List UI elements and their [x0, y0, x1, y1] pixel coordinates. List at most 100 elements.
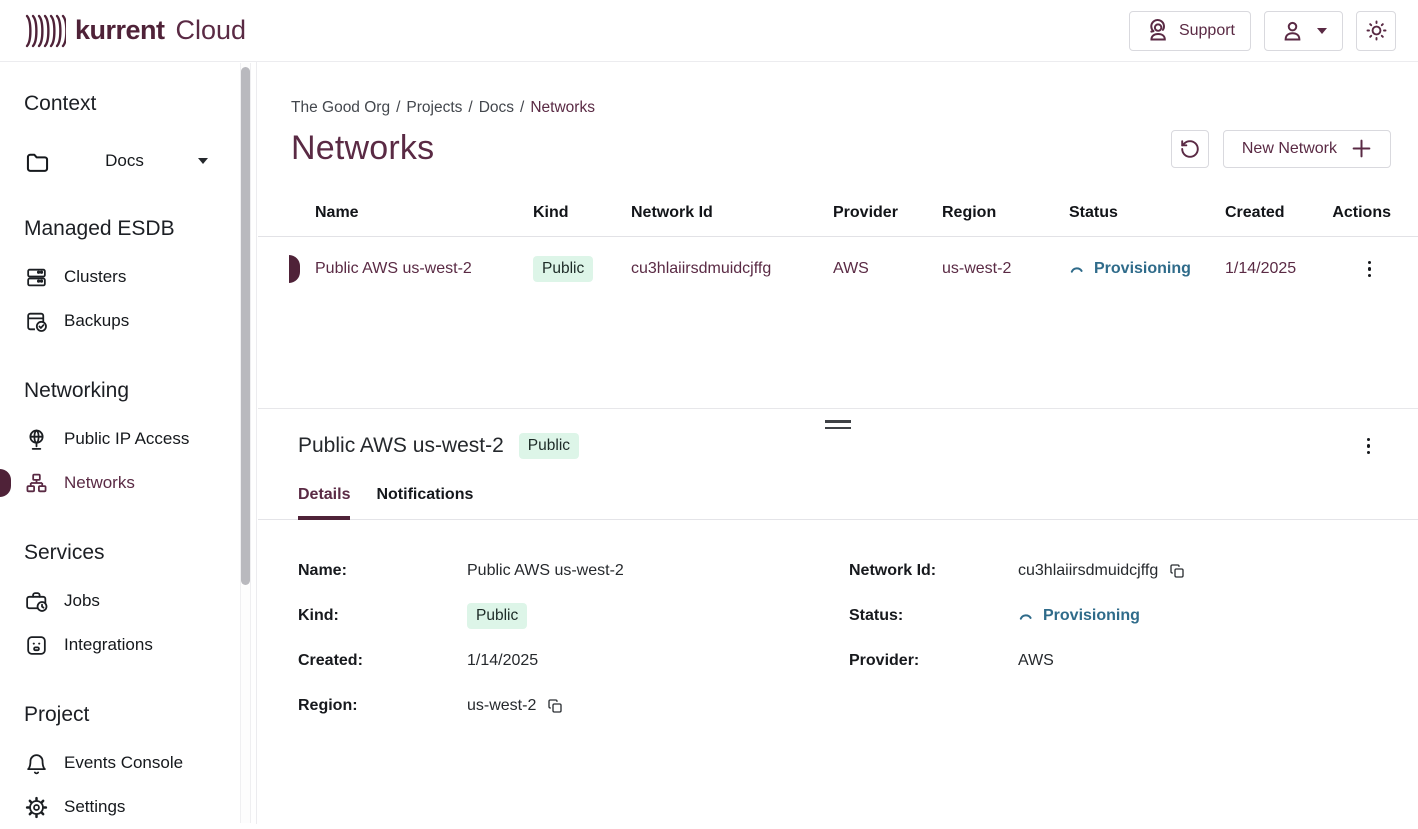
field-label: Region:: [298, 697, 467, 715]
selected-row-marker: [289, 255, 300, 283]
detail-actions-kebab-button[interactable]: [1363, 434, 1375, 459]
breadcrumb-separator: /: [468, 99, 472, 116]
field-region: Region: us-west-2: [298, 691, 849, 721]
status-label: Provisioning: [1043, 607, 1140, 625]
topbar-actions: Support: [1129, 11, 1396, 51]
bell-icon: [24, 751, 49, 776]
cell-name[interactable]: Public AWS us-west-2: [315, 260, 533, 278]
refresh-button[interactable]: [1171, 130, 1209, 168]
refresh-icon: [1179, 138, 1201, 160]
field-provider: Provider: AWS: [849, 646, 1378, 676]
section-heading: Managed ESDB: [24, 217, 256, 241]
cell-network-id: cu3hlaiirsdmuidcjffg: [631, 260, 833, 278]
cell-provider: AWS: [833, 260, 942, 278]
field-name: Name: Public AWS us-west-2: [298, 556, 849, 586]
outlet-icon: [24, 633, 49, 658]
kurrent-waves-icon: [24, 12, 66, 50]
sidebar-item-jobs[interactable]: Jobs: [24, 579, 256, 623]
sidebar-item-events-console[interactable]: Events Console: [24, 741, 256, 785]
kebab-dot: [1368, 274, 1372, 278]
sidebar-item-label: Networks: [64, 473, 135, 493]
clusters-icon: [24, 265, 49, 290]
field-value: cu3hlaiirsdmuidcjffg: [1018, 562, 1158, 580]
field-status-value: Provisioning: [1018, 607, 1140, 625]
column-header-provider: Provider: [833, 204, 942, 222]
breadcrumb-projects[interactable]: Projects: [406, 99, 462, 116]
gear-icon: [24, 795, 49, 820]
cell-kind: Public: [533, 256, 631, 282]
chevron-down-icon: [1317, 28, 1327, 34]
table-row[interactable]: Public AWS us-west-2 Public cu3hlaiirsdm…: [258, 237, 1418, 301]
tab-details[interactable]: Details: [298, 486, 350, 520]
panel-resize-handle[interactable]: [825, 420, 851, 429]
row-actions-kebab-button[interactable]: [1364, 257, 1376, 282]
column-header-status: Status: [1069, 204, 1225, 222]
field-label: Created:: [298, 652, 467, 670]
field-value: 1/14/2025: [467, 652, 538, 670]
support-button[interactable]: Support: [1129, 11, 1251, 51]
breadcrumb-docs[interactable]: Docs: [479, 99, 514, 116]
user-icon: [1280, 18, 1305, 43]
briefcase-clock-icon: [24, 589, 49, 614]
context-selector[interactable]: Docs: [24, 141, 208, 181]
sidebar-item-clusters[interactable]: Clusters: [24, 255, 256, 299]
field-label: Status:: [849, 607, 1018, 625]
sidebar-item-settings[interactable]: Settings: [24, 785, 256, 829]
copy-network-id-button[interactable]: [1169, 563, 1185, 579]
fields-right-column: Network Id: cu3hlaiirsdmuidcjffg: [849, 556, 1378, 736]
field-value: Public AWS us-west-2: [467, 562, 624, 580]
field-created: Created: 1/14/2025: [298, 646, 849, 676]
sidebar-item-networks[interactable]: Networks: [24, 461, 256, 505]
backups-icon: [24, 309, 49, 334]
status-label: Provisioning: [1094, 260, 1191, 278]
sidebar-item-label: Integrations: [64, 635, 153, 655]
context-heading: Context: [24, 92, 256, 116]
theme-toggle-button[interactable]: [1356, 11, 1396, 51]
copy-icon: [1169, 563, 1185, 579]
sidebar-item-public-ip-access[interactable]: Public IP Access: [24, 417, 256, 461]
detail-header: Public AWS us-west-2 Public: [258, 433, 1418, 459]
field-kind-badge: Public: [467, 603, 527, 629]
breadcrumb: The Good Org / Projects / Docs / Networks: [291, 99, 1418, 117]
breadcrumb-current: Networks: [530, 99, 595, 116]
section-networking: Networking Public IP Access: [24, 379, 256, 505]
field-value: AWS: [1018, 652, 1054, 670]
field-value: us-west-2: [467, 697, 536, 715]
field-kind: Kind: Public: [298, 601, 849, 631]
column-header-actions: Actions: [1331, 204, 1391, 222]
user-menu-button[interactable]: [1264, 11, 1343, 51]
copy-region-button[interactable]: [547, 698, 563, 714]
section-heading: Networking: [24, 379, 256, 403]
active-item-marker: [0, 469, 11, 497]
detail-tabs: Details Notifications: [258, 486, 1418, 520]
field-label: Provider:: [849, 652, 1018, 670]
column-header-created: Created: [1225, 204, 1331, 222]
breadcrumb-org[interactable]: The Good Org: [291, 99, 390, 116]
breadcrumb-separator: /: [520, 99, 524, 116]
column-header-name: Name: [315, 204, 533, 222]
globe-stand-icon: [24, 427, 49, 452]
sidebar-item-backups[interactable]: Backups: [24, 299, 256, 343]
title-row: Networks New Network: [258, 129, 1418, 168]
support-agent-icon: [1145, 18, 1170, 43]
breadcrumb-separator: /: [396, 99, 400, 116]
sidebar-item-label: Clusters: [64, 267, 126, 287]
section-services: Services Jobs: [24, 541, 256, 667]
field-label: Name:: [298, 562, 467, 580]
app-logo[interactable]: kurrent Cloud: [24, 12, 246, 50]
kebab-dot: [1367, 438, 1371, 442]
copy-icon: [547, 698, 563, 714]
column-header-region: Region: [942, 204, 1069, 222]
sidebar-item-integrations[interactable]: Integrations: [24, 623, 256, 667]
new-network-button[interactable]: New Network: [1223, 130, 1391, 168]
page-title: Networks: [291, 129, 434, 168]
title-buttons: New Network: [1171, 130, 1391, 168]
sidebar-scrollbar-thumb[interactable]: [241, 67, 250, 585]
detail-kind-badge: Public: [519, 433, 579, 459]
chevron-down-icon: [198, 158, 208, 164]
tab-notifications[interactable]: Notifications: [376, 486, 473, 520]
column-header-kind: Kind: [533, 204, 631, 222]
details-panel: Public AWS us-west-2 Public Details Noti…: [258, 408, 1418, 824]
sitemap-icon: [24, 471, 49, 496]
sidebar-item-label: Settings: [64, 797, 125, 817]
